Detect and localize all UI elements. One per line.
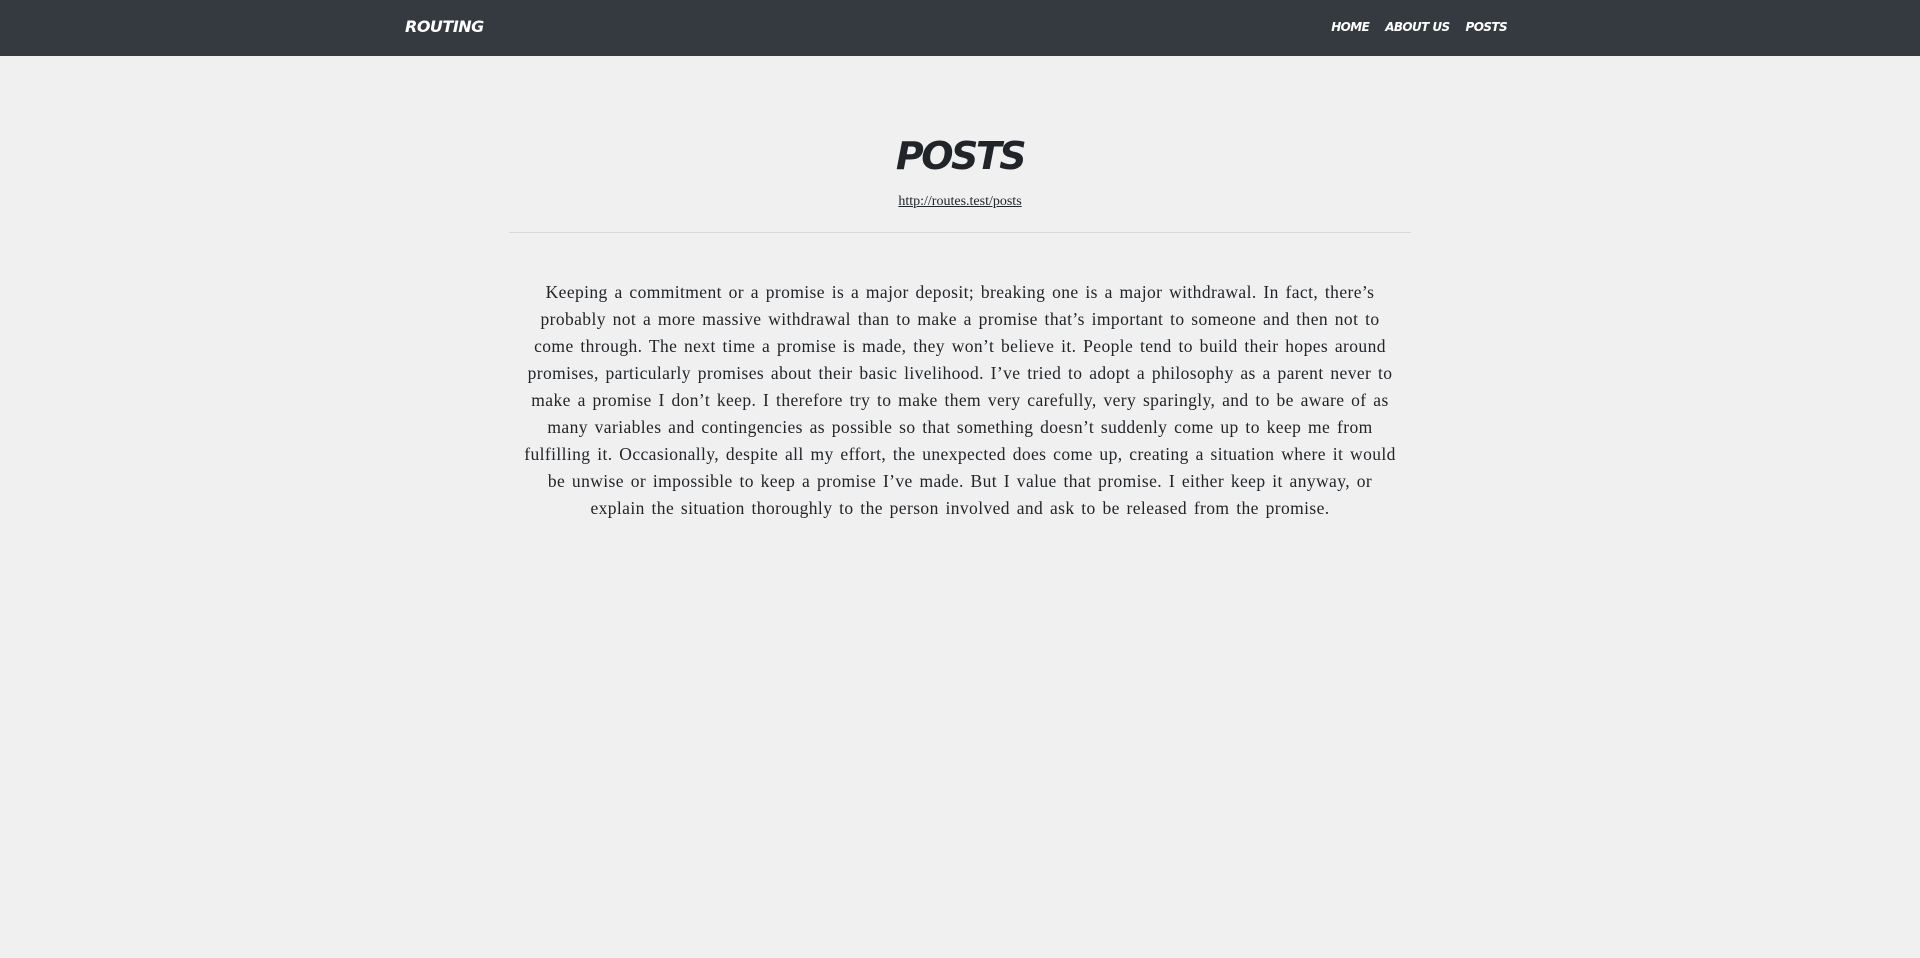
page-url-link[interactable]: http://routes.test/posts <box>509 193 1411 211</box>
page-header: POSTS http://routes.test/posts <box>509 120 1411 233</box>
nav-link-posts[interactable]: POSTS <box>1466 16 1508 38</box>
nav-link-about-us[interactable]: ABOUT US <box>1385 16 1450 38</box>
brand-link[interactable]: ROUTING <box>405 14 484 40</box>
nav-links: HOME ABOUT US POSTS <box>1331 16 1507 38</box>
nav-link-home[interactable]: HOME <box>1331 16 1370 38</box>
page-title: POSTS <box>895 134 1027 178</box>
top-navbar: ROUTING HOME ABOUT US POSTS <box>0 0 1920 56</box>
post-paragraph: Keeping a commitment or a promise is a m… <box>524 282 1396 518</box>
